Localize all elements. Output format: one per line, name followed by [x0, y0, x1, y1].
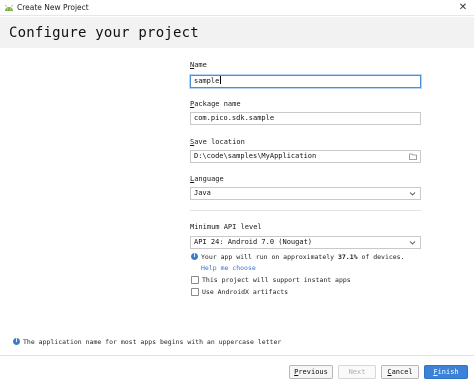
window-title: Create New Project [17, 3, 89, 12]
page-header: Configure your project [0, 17, 474, 48]
form-area: Name sample Package name com.pico.sdk.sa… [0, 48, 474, 384]
androidx-checkbox[interactable] [191, 288, 199, 296]
next-button[interactable]: Next [338, 365, 376, 379]
close-icon[interactable]: ✕ [452, 0, 474, 16]
help-me-choose-link[interactable]: Help me choose [201, 264, 256, 272]
language-select[interactable]: Java [190, 187, 421, 200]
text-caret [220, 76, 222, 84]
save-location-input[interactable]: D:\code\samples\MyApplication [190, 150, 421, 163]
language-label: Language [190, 175, 224, 183]
android-icon [5, 4, 13, 11]
section-divider [190, 210, 421, 211]
package-name-label: Package name [190, 100, 241, 108]
previous-button[interactable]: Previous [289, 365, 333, 379]
name-label: Name [190, 61, 207, 69]
window-titlebar: Create New Project ✕ [0, 0, 474, 16]
save-location-label: Save location [190, 138, 245, 146]
info-icon: i [13, 338, 20, 345]
minimum-api-select[interactable]: API 24: Android 7.0 (Nougat) [190, 236, 421, 249]
chevron-down-icon [409, 241, 416, 245]
chevron-down-icon [409, 192, 416, 196]
info-icon: i [191, 253, 198, 260]
androidx-label: Use AndroidX artifacts [202, 288, 289, 296]
page-title: Configure your project [9, 25, 199, 41]
folder-icon[interactable] [409, 153, 417, 160]
finish-button[interactable]: Finish [424, 365, 468, 379]
name-input[interactable]: sample [190, 75, 421, 88]
instant-apps-checkbox[interactable] [191, 276, 199, 284]
instant-apps-label: This project will support instant apps [202, 276, 351, 284]
cancel-button[interactable]: Cancel [381, 365, 419, 379]
minimum-api-label: Minimum API level [190, 223, 262, 231]
package-name-input[interactable]: com.pico.sdk.sample [190, 112, 421, 125]
footer-separator [0, 355, 474, 356]
